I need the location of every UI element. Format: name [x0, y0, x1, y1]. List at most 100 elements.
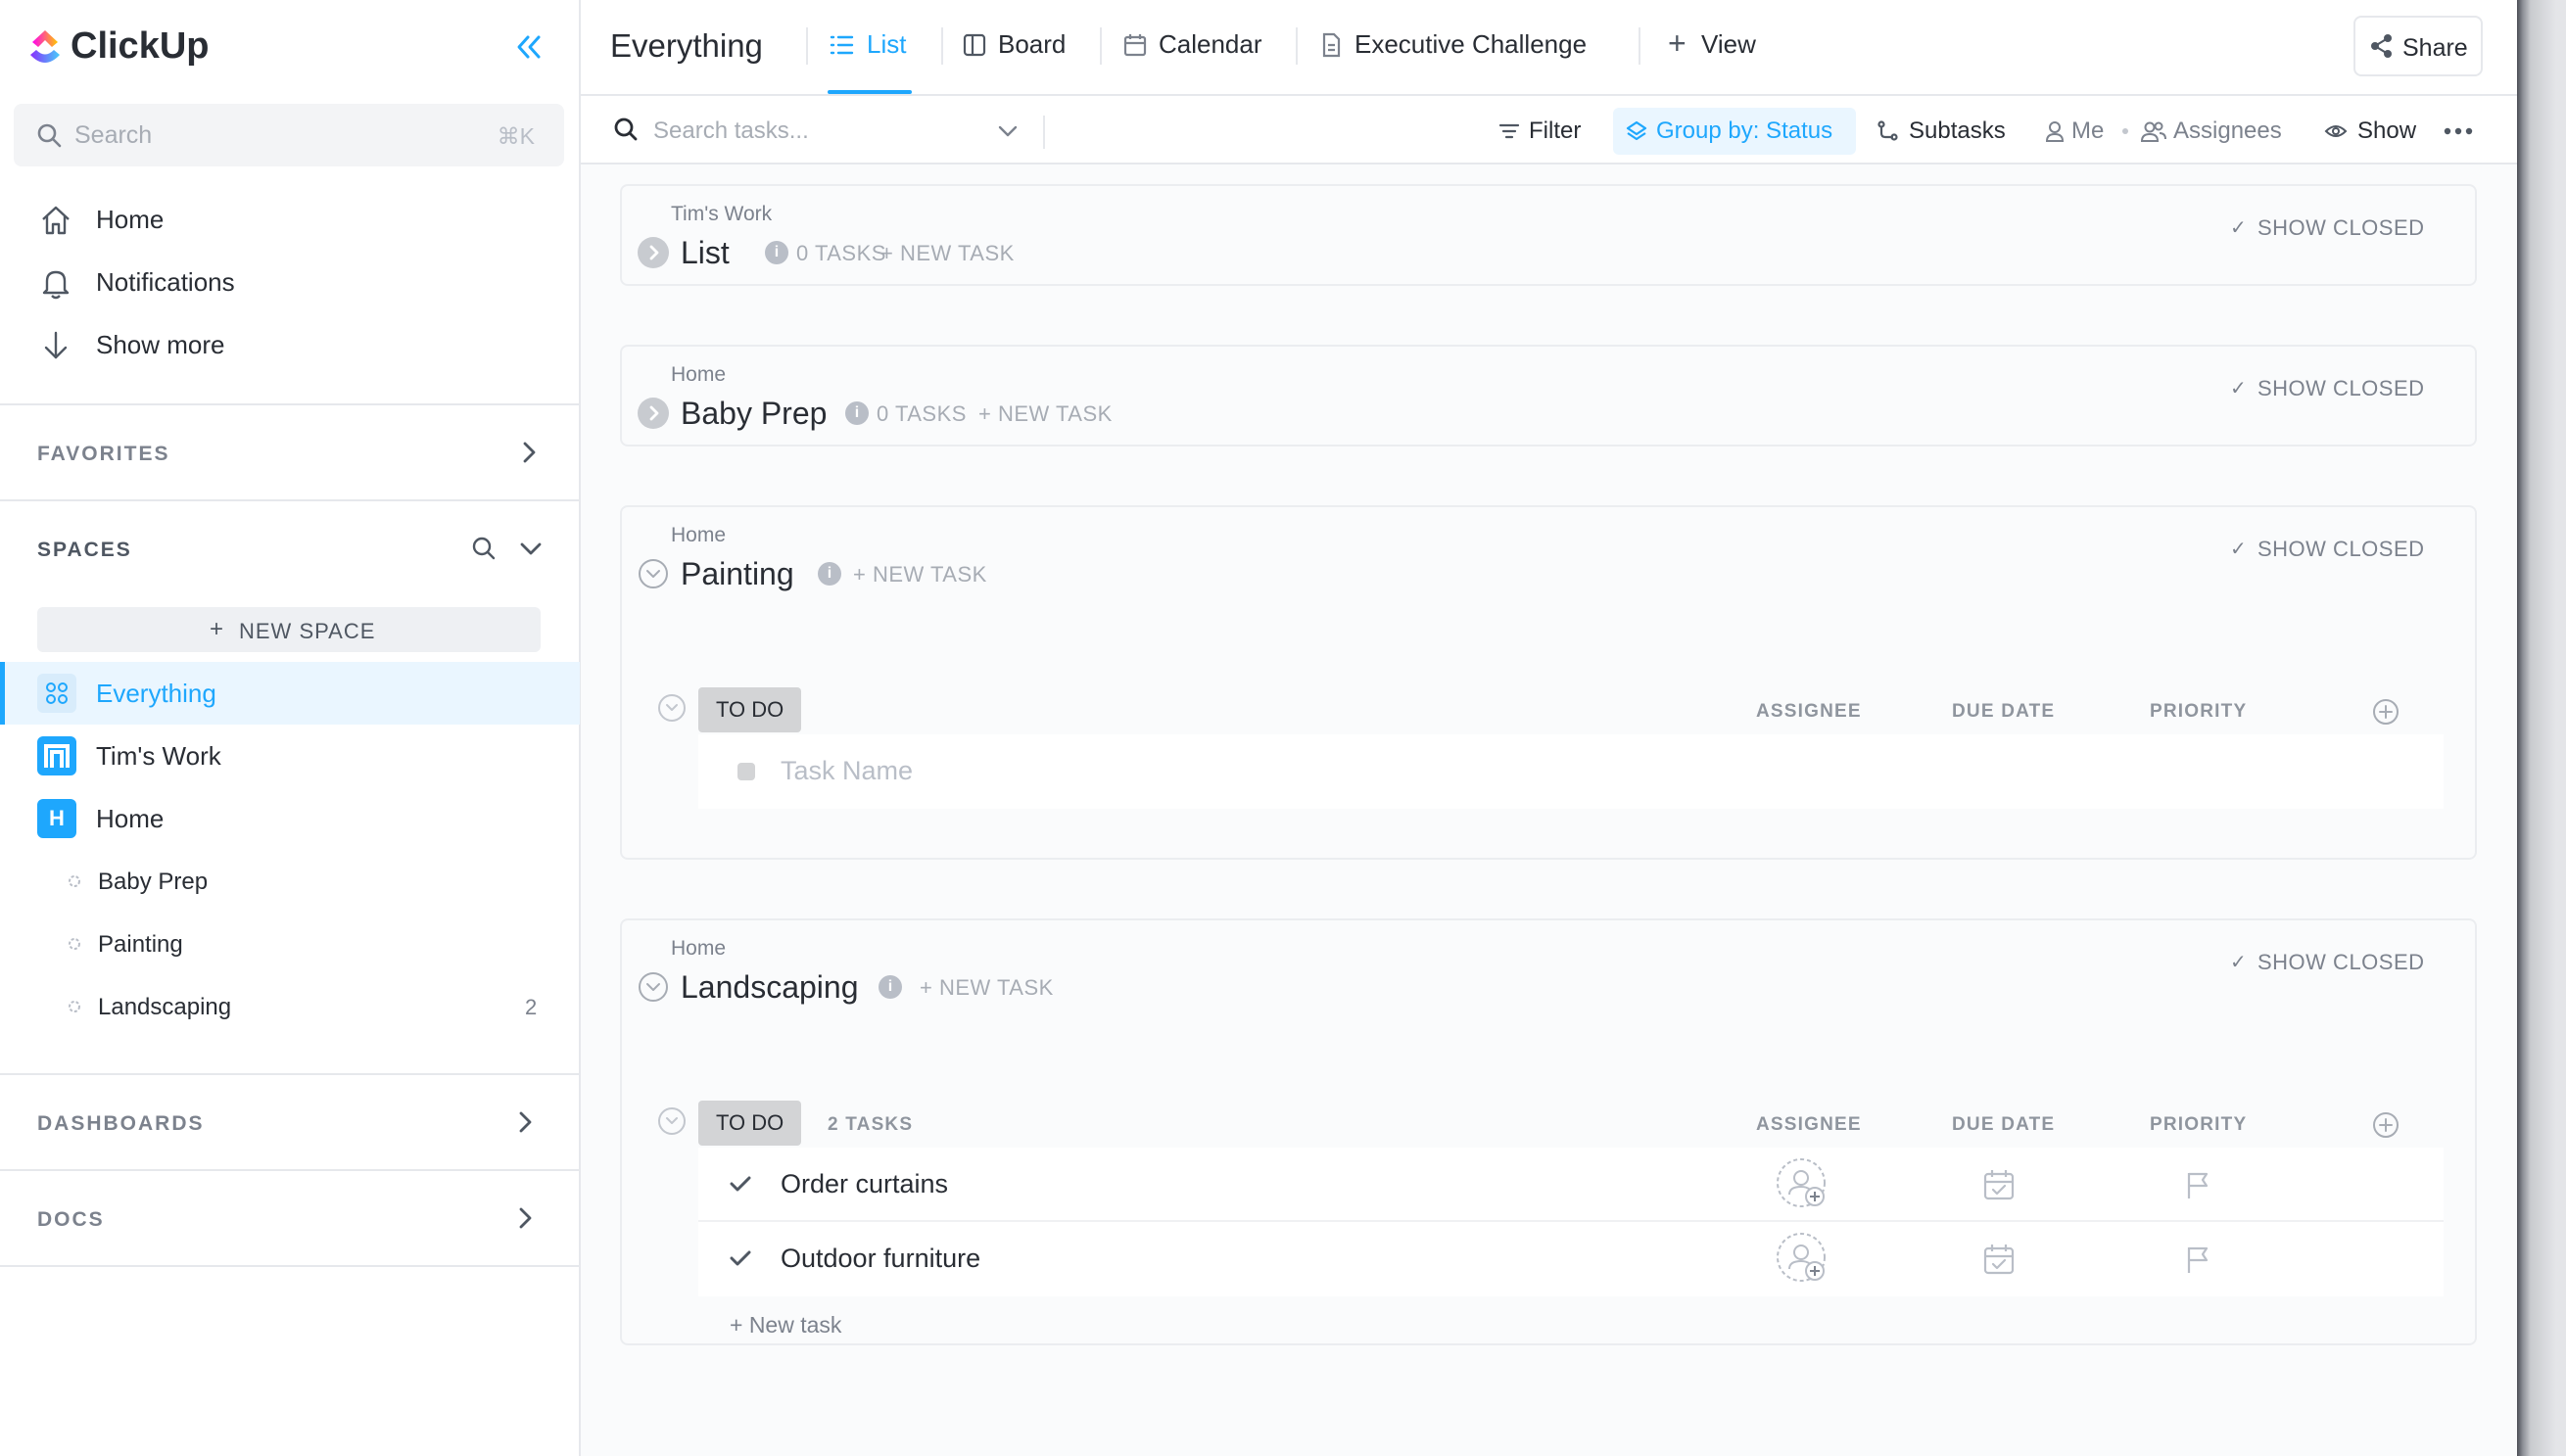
sidebar-list-baby-prep[interactable]: Baby Prep: [0, 850, 580, 913]
page-title: Everything: [610, 27, 763, 64]
chevron-right-icon: [515, 439, 543, 471]
list-title[interactable]: List: [681, 235, 730, 271]
show-closed-button[interactable]: ✓ SHOW CLOSED: [2230, 535, 2436, 564]
column-header-due-date[interactable]: DUE DATE: [1952, 701, 2055, 723]
chevron-down-icon[interactable]: [517, 535, 545, 567]
sidebar-space-tims-work[interactable]: Tim's Work: [0, 725, 580, 787]
collapse-sidebar-icon[interactable]: [511, 31, 546, 63]
status-badge[interactable]: TO DO: [698, 687, 802, 732]
add-view-button[interactable]: + View: [1668, 0, 1776, 96]
dashboards-section-toggle[interactable]: DASHBOARDS: [0, 1075, 581, 1169]
new-task-button[interactable]: + NEW TASK: [920, 975, 1054, 1001]
tab-calendar[interactable]: Calendar: [1121, 0, 1268, 96]
show-closed-button[interactable]: ✓ SHOW CLOSED: [2230, 374, 2436, 403]
check-icon: ✓: [2230, 539, 2247, 560]
filter-button[interactable]: Filter: [1497, 108, 1595, 155]
new-task-button[interactable]: + NEW TASK: [978, 401, 1113, 427]
expand-list-icon[interactable]: [638, 398, 669, 429]
collapse-group-icon[interactable]: [657, 1106, 687, 1136]
collapse-list-icon[interactable]: [638, 971, 669, 1003]
dashboards-label: DASHBOARDS: [37, 1112, 205, 1135]
list-title[interactable]: Landscaping: [681, 969, 858, 1006]
collapse-list-icon[interactable]: [638, 558, 669, 589]
due-date-calendar-icon[interactable]: [1981, 1167, 2017, 1207]
show-closed-button[interactable]: ✓ SHOW CLOSED: [2230, 948, 2436, 977]
share-button[interactable]: Share: [2353, 16, 2483, 76]
collapse-group-icon[interactable]: [657, 693, 687, 723]
assignees-button[interactable]: Assignees: [2140, 108, 2297, 155]
column-header-assignee[interactable]: ASSIGNEE: [1756, 701, 1862, 723]
tab-list[interactable]: List: [828, 0, 927, 96]
docs-section-toggle[interactable]: DOCS: [0, 1171, 581, 1265]
subtasks-button[interactable]: Subtasks: [1876, 108, 2022, 155]
column-header-priority[interactable]: PRIORITY: [2150, 701, 2247, 723]
column-header-priority[interactable]: PRIORITY: [2150, 1114, 2247, 1136]
priority-flag-icon[interactable]: [2183, 1244, 2212, 1280]
due-date-calendar-icon[interactable]: [1981, 1242, 2017, 1282]
share-icon: [2369, 33, 2395, 64]
list-parent-label: Home: [671, 524, 727, 546]
group-by-status-button[interactable]: Group by: Status: [1613, 108, 1856, 155]
tab-label: List: [867, 29, 907, 59]
list-parent-label: Home: [671, 363, 727, 386]
sidebar-item-show-more[interactable]: Show more: [14, 321, 564, 368]
list-title[interactable]: Painting: [681, 556, 794, 592]
search-spaces-icon[interactable]: [470, 535, 498, 567]
active-tab-underline: [828, 90, 912, 94]
new-space-button[interactable]: + NEW SPACE: [37, 607, 541, 652]
sidebar-list-landscaping[interactable]: Landscaping 2: [0, 975, 580, 1038]
table-row[interactable]: Outdoor furniture: [698, 1222, 2444, 1296]
info-icon[interactable]: i: [879, 975, 902, 999]
search-shortcut: ⌘K: [497, 123, 535, 149]
new-task-link[interactable]: + New task: [730, 1312, 841, 1339]
info-icon[interactable]: i: [818, 562, 841, 586]
list-card-list: Tim's Work List i 0 TASKS + NEW TASK ✓ S…: [620, 184, 2477, 286]
favorites-section-toggle[interactable]: FAVORITES: [0, 405, 581, 499]
status-badge[interactable]: TO DO: [698, 1101, 802, 1146]
show-closed-button[interactable]: ✓ SHOW CLOSED: [2230, 213, 2436, 243]
separator-dot: [2122, 128, 2128, 134]
task-name-placeholder: Task Name: [781, 756, 914, 785]
sidebar-list-painting[interactable]: Painting: [0, 913, 580, 975]
list-title[interactable]: Baby Prep: [681, 396, 827, 432]
divider: [1296, 27, 1298, 65]
task-name[interactable]: Order curtains: [781, 1169, 948, 1199]
group-by-label: Group by: Status: [1656, 117, 1833, 144]
sidebar-search[interactable]: Search ⌘K: [14, 104, 564, 166]
task-count: 0 TASKS: [796, 241, 886, 265]
info-icon[interactable]: i: [765, 241, 788, 264]
tab-executive-challenge[interactable]: Executive Challenge: [1317, 0, 1611, 96]
column-header-due-date[interactable]: DUE DATE: [1952, 1114, 2055, 1136]
info-icon[interactable]: i: [845, 401, 869, 425]
sidebar-space-everything[interactable]: Everything: [0, 662, 580, 725]
task-check-icon[interactable]: [726, 1169, 755, 1203]
board-icon: [961, 31, 988, 64]
add-assignee-icon[interactable]: [1776, 1157, 1830, 1217]
task-check-icon[interactable]: [726, 1244, 755, 1278]
sidebar-item-notifications[interactable]: Notifications: [14, 258, 564, 305]
add-assignee-icon[interactable]: [1776, 1232, 1830, 1292]
status-square-icon: [737, 763, 755, 780]
more-options-icon[interactable]: [2444, 117, 2483, 145]
new-task-row[interactable]: Task Name: [698, 734, 2444, 809]
column-header-assignee[interactable]: ASSIGNEE: [1756, 1114, 1862, 1136]
show-button[interactable]: Show: [2324, 108, 2422, 155]
table-row[interactable]: Order curtains: [698, 1148, 2444, 1222]
expand-list-icon[interactable]: [638, 237, 669, 268]
home-space-avatar: H: [37, 799, 76, 838]
add-column-icon[interactable]: [2371, 1110, 2400, 1145]
new-task-button[interactable]: + NEW TASK: [853, 562, 987, 587]
new-task-button[interactable]: + NEW TASK: [880, 241, 1015, 266]
tab-board[interactable]: Board: [961, 0, 1088, 96]
search-icon: [35, 121, 63, 154]
sidebar-space-home[interactable]: H Home: [0, 787, 580, 850]
priority-flag-icon[interactable]: [2183, 1169, 2212, 1205]
search-tasks-input[interactable]: Search tasks...: [581, 98, 1031, 163]
sidebar-item-home[interactable]: Home: [14, 196, 564, 243]
add-column-icon[interactable]: [2371, 697, 2400, 731]
me-filter-button[interactable]: Me: [2044, 108, 2113, 155]
docs-label: DOCS: [37, 1208, 105, 1231]
task-name[interactable]: Outdoor furniture: [781, 1244, 980, 1274]
list-card-landscaping: Home Landscaping i + NEW TASK ✓ SHOW CLO…: [620, 918, 2477, 1345]
me-label: Me: [2071, 117, 2105, 144]
